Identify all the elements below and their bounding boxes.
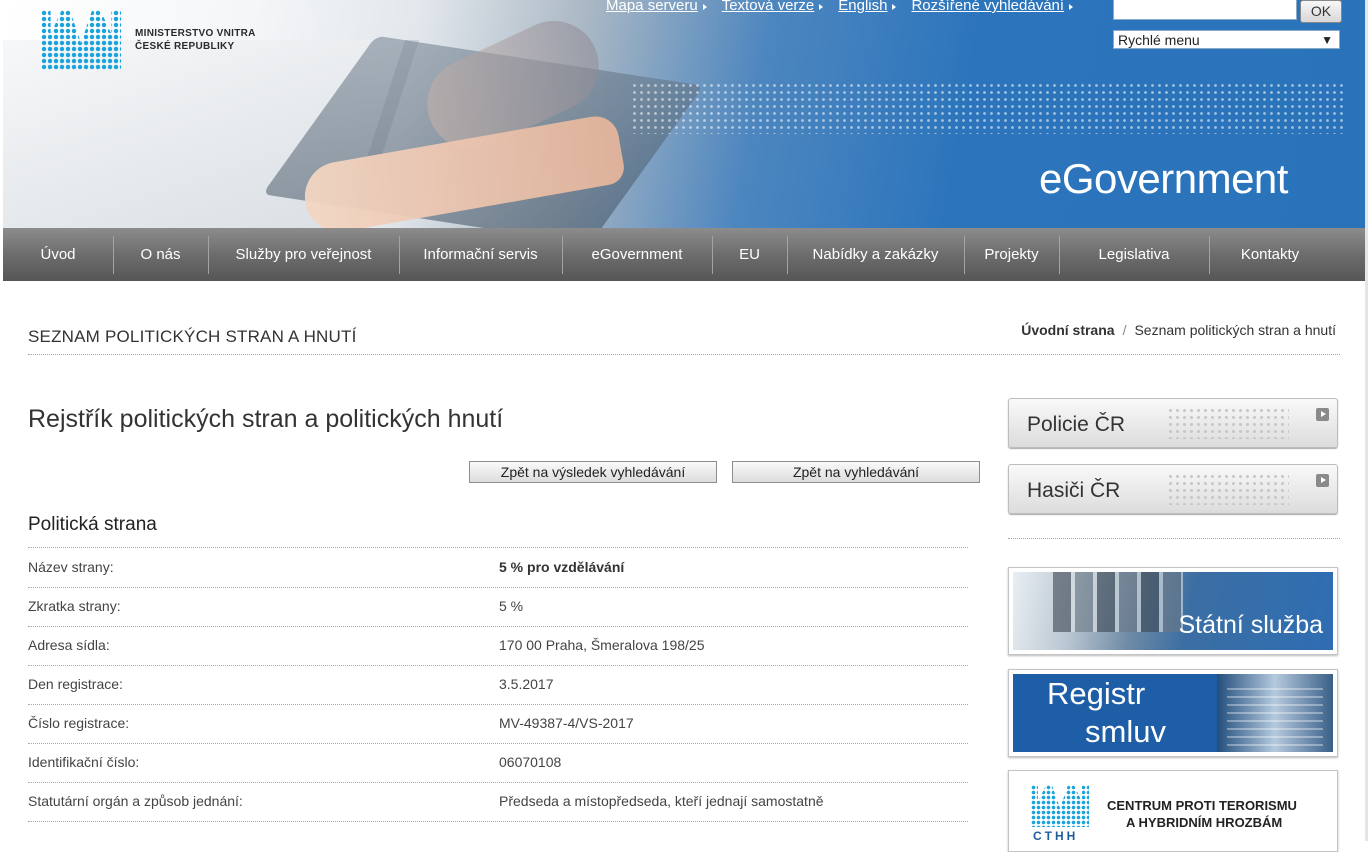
hasici-label: Hasiči ČR xyxy=(1027,479,1121,502)
divider xyxy=(1008,538,1340,539)
subsection-title: Politická strana xyxy=(28,514,157,535)
link-text-version[interactable]: Textová verze xyxy=(722,0,823,14)
logo-line-1: MINISTERSTVO VNITRA xyxy=(135,28,256,39)
divider xyxy=(28,354,1340,355)
row-label: Den registrace: xyxy=(28,676,123,692)
breadcrumb-separator: / xyxy=(1122,322,1127,338)
table-row: Statutární orgán a způsob jednání: Předs… xyxy=(28,782,968,822)
nav-item-sluzby[interactable]: Služby pro veřejnost xyxy=(208,228,399,281)
row-label: Název strany: xyxy=(28,559,114,575)
search-input[interactable] xyxy=(1113,0,1297,20)
ministry-logo[interactable]: MINISTERSTVO VNITRA ČESKÉ REPUBLIKY xyxy=(41,10,256,70)
nav-item-egovernment[interactable]: eGovernment xyxy=(562,228,712,281)
main-nav: Úvod O nás Služby pro veřejnost Informač… xyxy=(3,228,1365,281)
breadcrumb: Úvodní strana / Seznam politických stran a… xyxy=(1021,322,1336,338)
row-value: 06070108 xyxy=(499,754,562,770)
nav-item-informacni-servis[interactable]: Informační servis xyxy=(399,228,562,281)
row-value: 3.5.2017 xyxy=(499,676,554,692)
row-label: Číslo registrace: xyxy=(28,715,130,731)
top-links: Mapa serveru Textová verze English Rozší… xyxy=(606,0,1088,14)
nav-item-nabidky[interactable]: Nabídky a zakázky xyxy=(787,228,964,281)
cthh-label-2: A HYBRIDNÍM HROZBÁM xyxy=(1126,815,1283,830)
policie-button[interactable]: Policie ČR xyxy=(1008,398,1338,448)
row-label: Zkratka strany: xyxy=(28,598,121,614)
play-arrow-icon xyxy=(1316,408,1329,421)
breadcrumb-current: Seznam politických stran a hnutí xyxy=(1134,322,1336,338)
cthh-banner[interactable]: CTHH CENTRUM PROTI TERORISMU A HYBRIDNÍM… xyxy=(1008,770,1338,852)
breadcrumb-home[interactable]: Úvodní strana xyxy=(1021,322,1114,338)
link-sitemap[interactable]: Mapa serveru xyxy=(606,0,707,14)
registr-label: Registr xyxy=(1047,676,1146,711)
policie-label: Policie ČR xyxy=(1027,413,1126,436)
registr-smluv-banner[interactable]: Registr smluv xyxy=(1008,669,1338,757)
banner-image: Registr smluv xyxy=(1013,674,1333,752)
table-row: Název strany: 5 % pro vzdělávání xyxy=(28,548,968,588)
logo-text: MINISTERSTVO VNITRA ČESKÉ REPUBLIKY xyxy=(135,27,256,53)
row-label: Adresa sídla: xyxy=(28,637,110,653)
dot-pattern xyxy=(1167,407,1289,439)
smluv-label: smluv xyxy=(1085,714,1166,749)
back-to-search-button[interactable]: Zpět na vyhledávání xyxy=(732,461,980,483)
statni-sluzba-banner[interactable]: Státní služba xyxy=(1008,567,1338,655)
hasici-button[interactable]: Hasiči ČR xyxy=(1008,464,1338,514)
page-title: Rejstřík politických stran a politických… xyxy=(28,405,504,433)
nav-item-legislativa[interactable]: Legislativa xyxy=(1059,228,1209,281)
row-label: Statutární orgán a způsob jednání: xyxy=(28,793,243,809)
row-value: MV-49387-4/VS-2017 xyxy=(499,715,634,731)
row-label: Identifikační číslo: xyxy=(28,754,140,770)
cthh-label-1: CENTRUM PROTI TERORISMU xyxy=(1107,798,1297,813)
row-value: Předseda a místopředseda, kteří jednají … xyxy=(499,793,824,809)
back-to-results-button[interactable]: Zpět na výsledek vyhledávání xyxy=(469,461,717,483)
table-row: Číslo registrace: MV-49387-4/VS-2017 xyxy=(28,704,968,744)
server-room-image xyxy=(1217,674,1333,752)
logo-mark-icon xyxy=(41,10,121,70)
quick-menu-select[interactable]: Rychlé menu ▼ xyxy=(1113,30,1340,49)
search-ok-button[interactable]: OK xyxy=(1300,0,1342,23)
row-value: 5 % pro vzdělávání xyxy=(499,559,625,575)
binders-image xyxy=(1053,572,1183,632)
banner-title: eGovernment xyxy=(1039,155,1288,202)
table-row: Adresa sídla: 170 00 Praha, Šmeralova 19… xyxy=(28,626,968,666)
row-value: 170 00 Praha, Šmeralova 198/25 xyxy=(499,637,705,653)
link-english[interactable]: English xyxy=(838,0,897,14)
nav-item-eu[interactable]: EU xyxy=(712,228,787,281)
table-row: Den registrace: 3.5.2017 xyxy=(28,665,968,705)
nav-item-uvod[interactable]: Úvod xyxy=(3,228,113,281)
nav-item-kontakty[interactable]: Kontakty xyxy=(1209,228,1331,281)
dot-pattern xyxy=(631,82,1343,134)
banner-image: Státní služba xyxy=(1013,572,1333,650)
section-title: SEZNAM POLITICKÝCH STRAN A HNUTÍ xyxy=(28,327,357,346)
quick-menu-value: Rychlé menu xyxy=(1118,32,1200,48)
cthh-logo-icon xyxy=(1031,785,1089,827)
dropdown-arrow-icon: ▼ xyxy=(1321,33,1333,47)
table-row: Zkratka strany: 5 % xyxy=(28,587,968,627)
logo-line-2: ČESKÉ REPUBLIKY xyxy=(135,41,235,52)
play-arrow-icon xyxy=(1316,474,1329,487)
statni-sluzba-label: Státní služba xyxy=(1178,611,1323,639)
nav-item-o-nas[interactable]: O nás xyxy=(113,228,208,281)
table-row: Identifikační číslo: 06070108 xyxy=(28,743,968,783)
dot-pattern xyxy=(1167,473,1289,505)
nav-item-projekty[interactable]: Projekty xyxy=(964,228,1059,281)
link-advanced-search[interactable]: Rozšířené vyhledávání xyxy=(911,0,1073,14)
row-value: 5 % xyxy=(499,598,524,614)
